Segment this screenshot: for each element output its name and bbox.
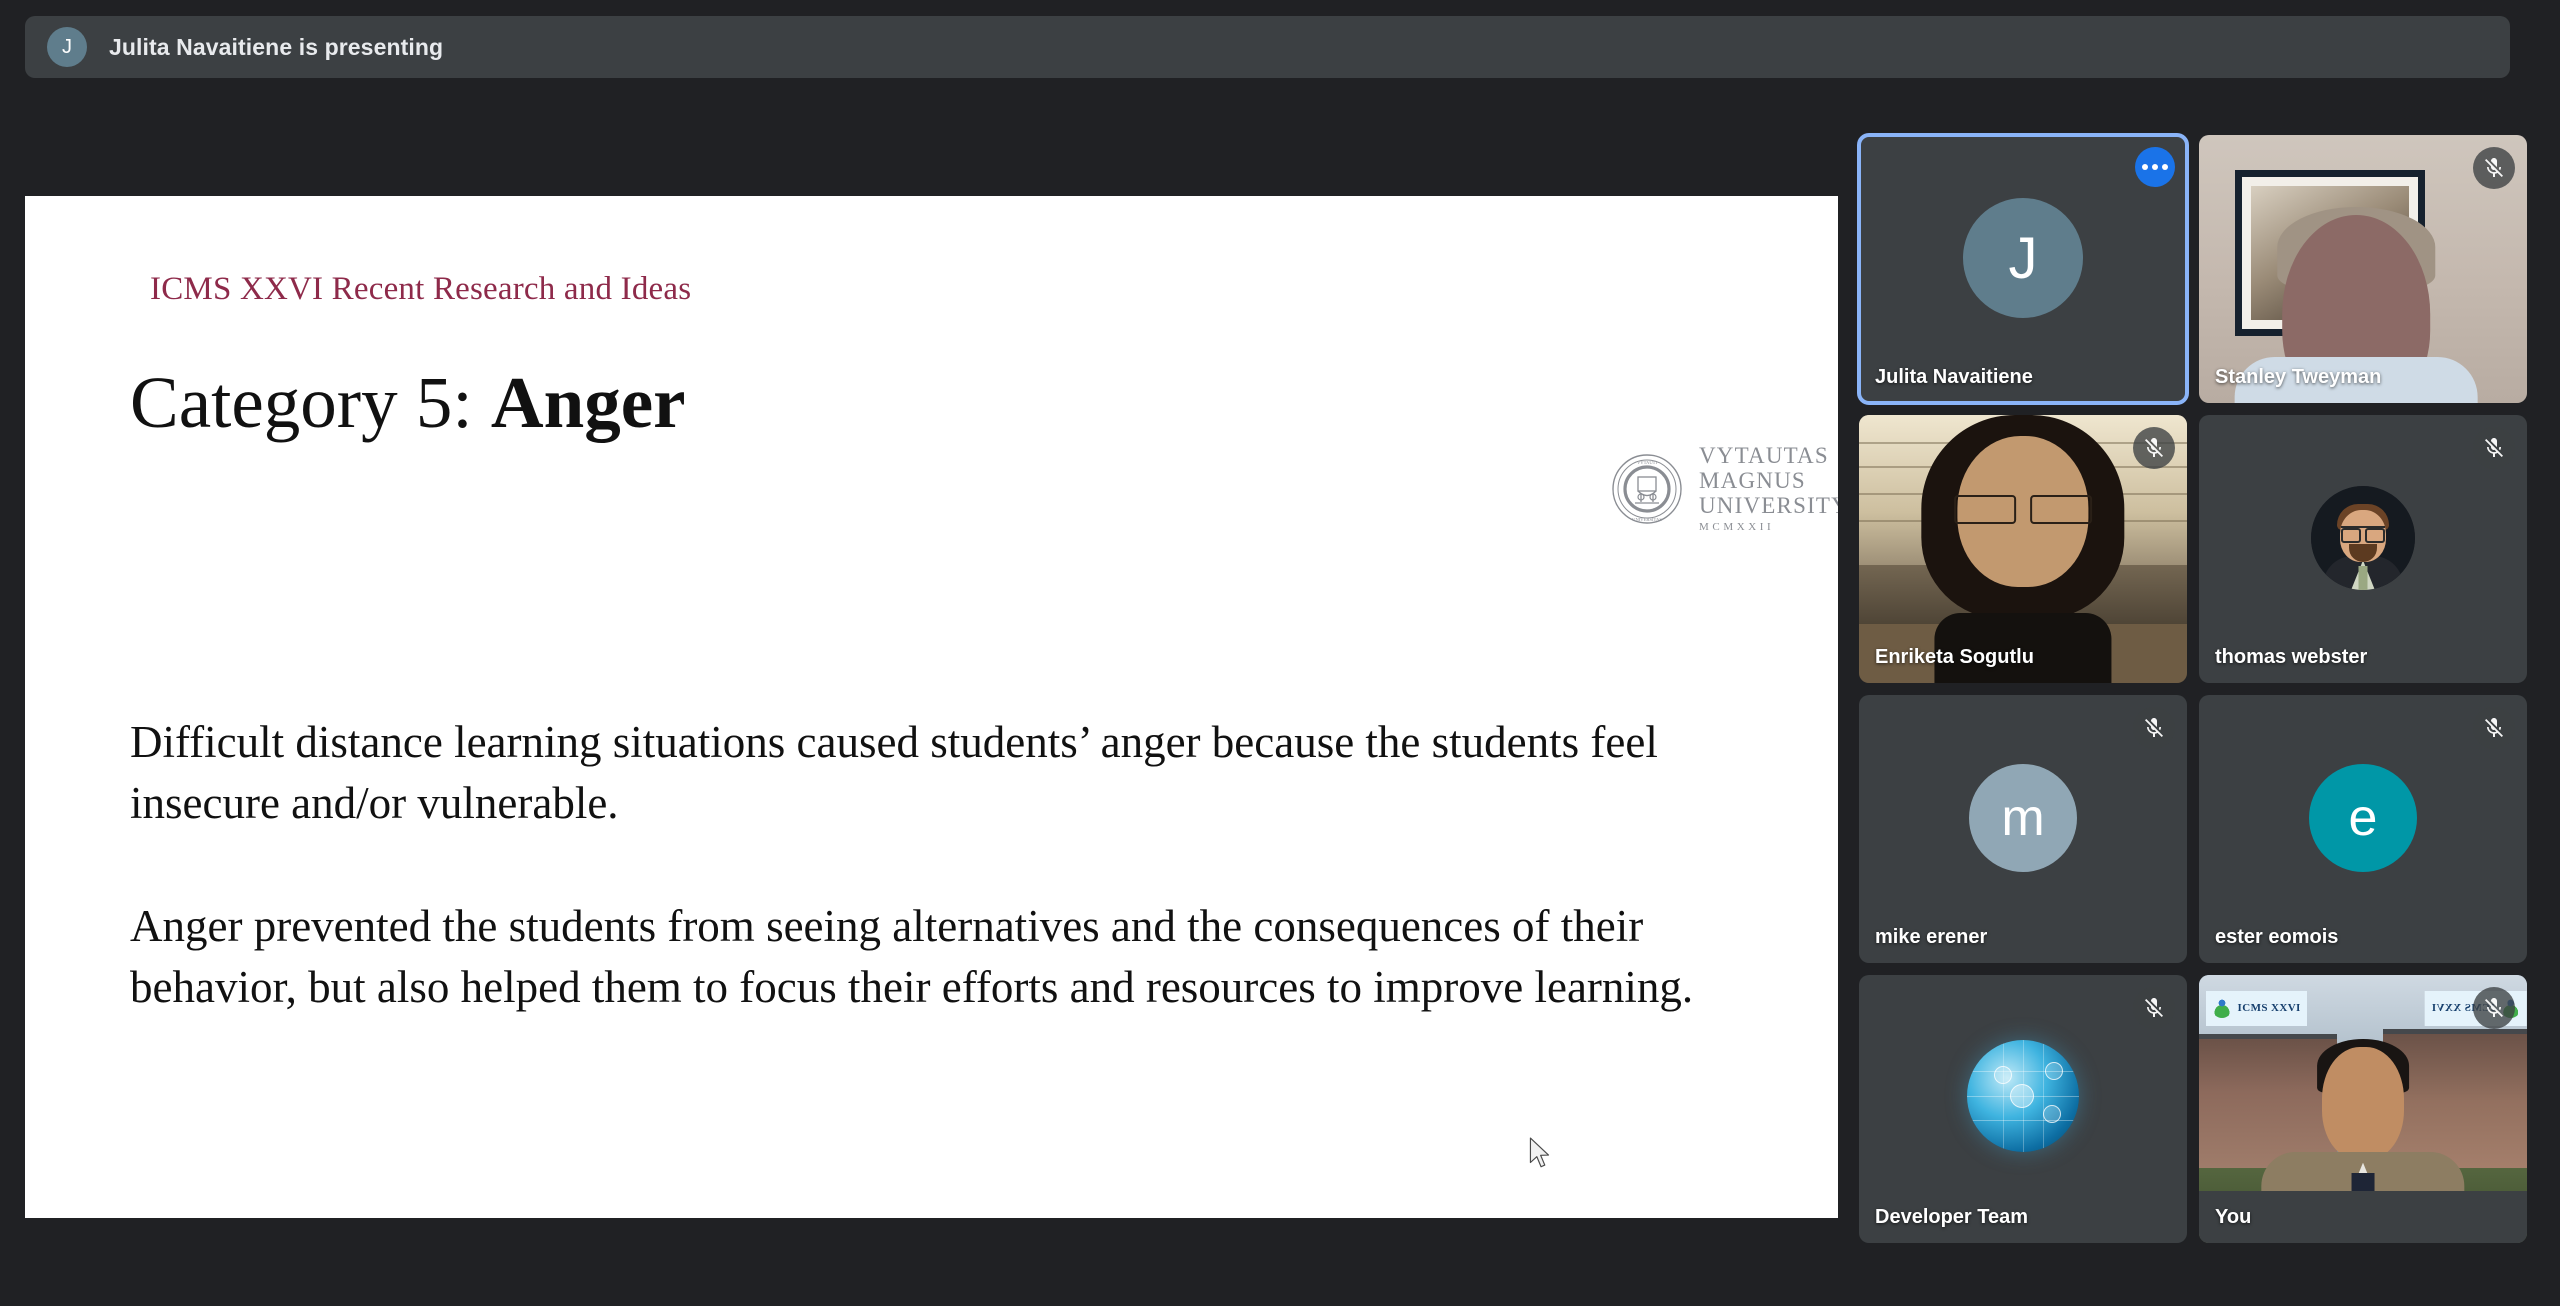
participant-name: Stanley Tweyman xyxy=(2215,366,2382,388)
avatar-initial: e xyxy=(2348,789,2378,848)
logo-line-3: UNIVERSITY xyxy=(1699,492,1838,518)
presenter-avatar-initial: J xyxy=(62,35,72,58)
participant-name: Julita Navaitiene xyxy=(1875,366,2033,388)
globe-icon xyxy=(1967,1039,2079,1152)
presenter-avatar: J xyxy=(47,27,87,67)
participant-name: ester eomois xyxy=(2215,926,2339,948)
mic-off-icon xyxy=(2133,427,2175,469)
participant-tile-stanley-tweyman[interactable]: Stanley Tweyman xyxy=(2199,135,2527,403)
mic-off-icon xyxy=(2473,147,2515,189)
mic-off-icon xyxy=(2473,707,2515,749)
slide-eyebrow: ICMS XXVI Recent Research and Ideas xyxy=(150,271,692,307)
participant-tile-you[interactable]: ICMS XXVI ICMS XXVI You xyxy=(2199,975,2527,1243)
avatar: J xyxy=(1963,198,2083,319)
avatar-initial: J xyxy=(2008,225,2038,291)
slide-title-regular: Category 5: xyxy=(130,362,491,443)
slide-title: Category 5: Anger xyxy=(130,361,686,445)
mic-off-icon xyxy=(2133,707,2175,749)
avatar: m xyxy=(1969,764,2077,873)
mic-off-icon xyxy=(2473,427,2515,469)
participant-tile-thomas-webster[interactable]: thomas webster xyxy=(2199,415,2527,683)
participant-tile-julita-navaitiene[interactable]: J Julita Navaitiene xyxy=(1857,133,2189,405)
university-logo: VYTAUTI UNIVERSITAS VYTAUTAS MAGNUS UNIV… xyxy=(1611,443,1838,534)
icms-burst-icon xyxy=(2211,998,2232,1019)
participant-grid: J Julita Navaitiene Stanley Tweyman Enri… xyxy=(1857,133,2527,1290)
virtual-background-banner-left: ICMS XXVI xyxy=(2205,991,2308,1026)
avatar xyxy=(2311,486,2415,591)
participant-tile-enriketa-sogutlu[interactable]: Enriketa Sogutlu xyxy=(1859,415,2187,683)
mic-off-icon xyxy=(2473,987,2515,1029)
university-logo-wordmark: VYTAUTAS MAGNUS UNIVERSITY MCMXXII xyxy=(1699,443,1838,534)
slide-paragraph-2: Anger prevented the students from seeing… xyxy=(130,901,1694,1013)
participant-name: mike erener xyxy=(1875,926,1988,948)
presenting-banner: J Julita Navaitiene is presenting xyxy=(25,16,2510,78)
mic-off-icon xyxy=(2133,987,2175,1029)
presenting-banner-text: Julita Navaitiene is presenting xyxy=(109,33,444,60)
mouse-pointer xyxy=(1527,1137,1553,1171)
logo-line-2: MAGNUS xyxy=(1699,467,1806,493)
meeting-stage: J Julita Navaitiene is presenting ICMS X… xyxy=(0,0,2560,1306)
participant-tile-developer-team[interactable]: Developer Team xyxy=(1859,975,2187,1243)
participant-name: Enriketa Sogutlu xyxy=(1875,646,2034,668)
participant-tile-ester-eomois[interactable]: e ester eomois xyxy=(2199,695,2527,963)
avatar: e xyxy=(2309,764,2417,873)
university-seal-icon: VYTAUTI UNIVERSITAS xyxy=(1612,454,1682,524)
participant-name: Developer Team xyxy=(1875,1206,2029,1228)
participant-name: thomas webster xyxy=(2215,646,2368,668)
virtual-background-banner-text: ICMS XXVI xyxy=(2237,1002,2301,1015)
avatar-initial: m xyxy=(2001,789,2045,848)
participant-name: You xyxy=(2215,1206,2252,1228)
svg-text:VYTAUTI: VYTAUTI xyxy=(1637,460,1658,465)
logo-year: MCMXXII xyxy=(1699,521,1775,534)
slide-paragraph-1: Difficult distance learning situations c… xyxy=(130,717,1658,829)
svg-text:UNIVERSITAS: UNIVERSITAS xyxy=(1632,517,1662,522)
slide-title-bold: Anger xyxy=(490,362,686,443)
participant-tile-mike-erener[interactable]: m mike erener xyxy=(1859,695,2187,963)
more-options-icon[interactable] xyxy=(2135,147,2175,187)
presentation-slide[interactable]: ICMS XXVI Recent Research and Ideas VYTA… xyxy=(25,196,1838,1218)
logo-line-1: VYTAUTAS xyxy=(1699,443,1829,468)
